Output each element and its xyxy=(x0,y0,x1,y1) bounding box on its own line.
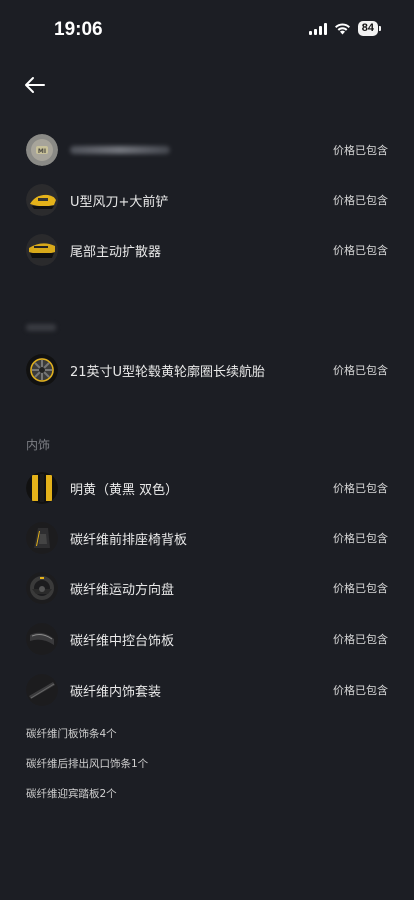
item-label: 碳纤维运动方向盘 xyxy=(70,582,175,598)
list-item[interactable]: 碳纤维中控台饰板 价格已包含 xyxy=(0,619,414,659)
front-splitter-thumb xyxy=(26,184,58,216)
back-button[interactable] xyxy=(22,72,48,98)
item-label: 碳纤维中控台饰板 xyxy=(70,633,175,649)
svg-text:MI: MI xyxy=(38,148,46,155)
price-status: 价格已包含 xyxy=(333,364,388,377)
interior-color-thumb xyxy=(26,472,58,504)
seat-back-thumb xyxy=(26,522,58,554)
interior-kit-thumb xyxy=(26,674,58,706)
list-item[interactable]: 碳纤维内饰套装 价格已包含 xyxy=(0,670,414,710)
section-title-interior: 内饰 xyxy=(26,438,51,452)
price-status: 价格已包含 xyxy=(333,194,388,207)
rear-diffuser-thumb xyxy=(26,234,58,266)
wifi-icon xyxy=(334,23,350,35)
item-label: 尾部主动扩散器 xyxy=(70,244,162,260)
wheel-thumb xyxy=(26,354,58,386)
list-item[interactable]: 明黄（黄黑 双色） 价格已包含 xyxy=(0,468,414,508)
list-item[interactable]: 尾部主动扩散器 价格已包含 xyxy=(0,230,414,270)
list-item[interactable]: 碳纤维前排座椅背板 价格已包含 xyxy=(0,518,414,558)
price-status: 价格已包含 xyxy=(333,633,388,646)
kit-note: 碳纤维迎宾踏板2个 xyxy=(26,788,117,800)
steering-wheel-thumb xyxy=(26,572,58,604)
kit-note: 碳纤维门板饰条4个 xyxy=(26,728,117,740)
item-label: 碳纤维内饰套装 xyxy=(70,684,162,700)
item-label: 21英寸U型轮毂黄轮廓圈长续航胎 xyxy=(70,364,266,380)
item-label: 碳纤维前排座椅背板 xyxy=(70,532,188,548)
list-item[interactable]: 碳纤维运动方向盘 价格已包含 xyxy=(0,568,414,608)
list-item[interactable]: 21英寸U型轮毂黄轮廓圈长续航胎 价格已包含 xyxy=(0,350,414,390)
price-status: 价格已包含 xyxy=(333,532,388,545)
wheel-logo-thumb: MI xyxy=(26,134,58,166)
blurred-label xyxy=(70,146,170,154)
kit-note: 碳纤维后排出风口饰条1个 xyxy=(26,758,149,770)
item-label: U型风刀+大前铲 xyxy=(70,194,169,210)
price-status: 价格已包含 xyxy=(333,244,388,257)
status-bar: 19:06 84 xyxy=(0,0,414,60)
price-status: 价格已包含 xyxy=(333,684,388,697)
status-icons: 84 xyxy=(308,21,382,36)
list-item[interactable]: U型风刀+大前铲 价格已包含 xyxy=(0,180,414,220)
price-status: 价格已包含 xyxy=(333,144,388,157)
battery-icon: 84 xyxy=(357,21,382,36)
list-item[interactable]: MI 价格已包含 xyxy=(0,130,414,170)
signal-icon xyxy=(308,22,327,35)
price-status: 价格已包含 xyxy=(333,482,388,495)
blurred-section-title xyxy=(26,324,56,331)
status-time: 19:06 xyxy=(54,19,103,40)
item-label: 明黄（黄黑 双色） xyxy=(70,482,179,498)
console-trim-thumb xyxy=(26,623,58,655)
back-arrow-icon xyxy=(25,77,45,93)
price-status: 价格已包含 xyxy=(333,582,388,595)
